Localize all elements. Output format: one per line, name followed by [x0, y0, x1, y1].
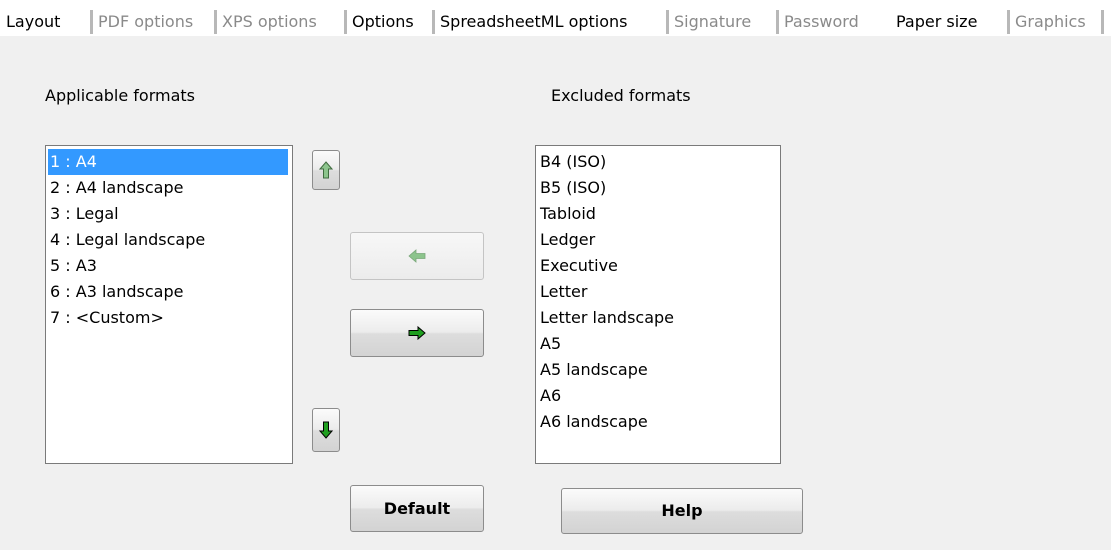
tab-separator — [431, 10, 435, 34]
tab-graphics[interactable]: Graphics — [1015, 8, 1086, 36]
move-to-applicable-button[interactable] — [350, 232, 484, 280]
excluded-formats-heading: Excluded formats — [551, 86, 691, 105]
list-item[interactable]: A5 — [538, 331, 561, 357]
applicable-formats-list[interactable]: 1 : A4 2 : A4 landscape 3 : Legal 4 : Le… — [45, 145, 293, 464]
tab-separator — [89, 10, 93, 34]
default-button-label: Default — [383, 498, 451, 518]
list-item[interactable]: Tabloid — [538, 201, 596, 227]
tab-password[interactable]: Password — [784, 8, 859, 36]
tab-options[interactable]: Options — [352, 8, 414, 36]
move-down-button[interactable] — [312, 408, 340, 452]
list-item[interactable]: Letter — [538, 279, 587, 305]
tab-spreadsheetml-options[interactable]: SpreadsheetML options — [440, 8, 628, 36]
list-item[interactable]: Ledger — [538, 227, 595, 253]
tab-separator — [343, 10, 347, 34]
list-item[interactable]: 1 : A4 — [48, 149, 288, 175]
list-item[interactable]: 7 : <Custom> — [48, 305, 164, 331]
tab-separator — [1100, 10, 1104, 34]
help-button-label: Help — [661, 501, 703, 520]
tab-separator — [1006, 10, 1010, 34]
list-item[interactable]: Letter landscape — [538, 305, 674, 331]
applicable-formats-heading: Applicable formats — [45, 86, 195, 105]
move-to-excluded-button[interactable] — [350, 309, 484, 357]
list-item[interactable]: 4 : Legal landscape — [48, 227, 205, 253]
list-item[interactable]: A6 landscape — [538, 409, 648, 435]
list-item[interactable]: A6 — [538, 383, 561, 409]
arrow-down-icon — [319, 421, 333, 439]
excluded-formats-list[interactable]: B4 (ISO) B5 (ISO) Tabloid Ledger Executi… — [535, 145, 781, 464]
list-item[interactable]: A5 landscape — [538, 357, 648, 383]
tab-separator — [775, 10, 779, 34]
arrow-up-icon — [319, 161, 333, 179]
tab-layout[interactable]: Layout — [6, 8, 60, 36]
list-item[interactable]: Executive — [538, 253, 618, 279]
tab-signature[interactable]: Signature — [674, 8, 751, 36]
move-up-button[interactable] — [312, 150, 340, 190]
tab-paper-size[interactable]: Paper size — [896, 8, 977, 36]
tab-separator — [665, 10, 669, 34]
list-item[interactable]: 5 : A3 — [48, 253, 97, 279]
arrow-left-icon — [408, 249, 426, 263]
tab-strip: Layout PDF options XPS options Options S… — [0, 0, 1111, 36]
arrow-right-icon — [408, 326, 426, 340]
list-item[interactable]: 3 : Legal — [48, 201, 119, 227]
tab-pdf-options[interactable]: PDF options — [98, 8, 193, 36]
help-button[interactable]: Help — [561, 488, 803, 534]
tab-separator — [213, 10, 217, 34]
default-button[interactable]: Default — [350, 485, 484, 532]
list-item[interactable]: 6 : A3 landscape — [48, 279, 183, 305]
list-item[interactable]: 2 : A4 landscape — [48, 175, 183, 201]
tab-xps-options[interactable]: XPS options — [222, 8, 317, 36]
list-item[interactable]: B5 (ISO) — [538, 175, 606, 201]
list-item[interactable]: B4 (ISO) — [538, 149, 606, 175]
